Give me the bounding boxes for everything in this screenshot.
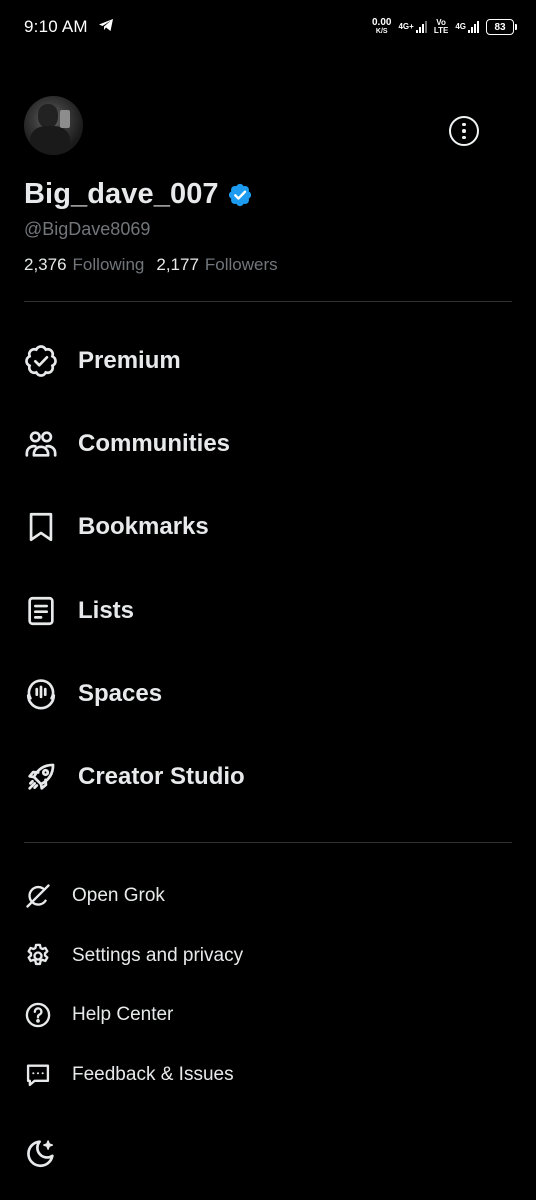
menu-item-label: Open Grok: [72, 885, 165, 906]
grok-icon: [24, 882, 52, 910]
menu-item-label: Lists: [78, 597, 135, 624]
following-link[interactable]: 2,376 Following: [24, 255, 144, 275]
follow-stats: 2,376 Following 2,177 Followers: [24, 255, 278, 275]
menu-item-spaces[interactable]: Spaces: [24, 664, 512, 724]
menu-item-help-center[interactable]: Help Center: [24, 993, 512, 1037]
menu-item-bookmarks[interactable]: Bookmarks: [24, 497, 512, 557]
lists-icon: [24, 594, 58, 628]
battery-icon: 83: [486, 19, 517, 35]
followers-link[interactable]: 2,177 Followers: [156, 255, 277, 275]
sim2-signal-icon: 4G: [455, 21, 479, 33]
network-speed: 0.00 K/S: [372, 17, 392, 36]
menu-item-label: Premium: [78, 347, 181, 374]
following-count: 2,376: [24, 255, 67, 274]
menu-item-label: Feedback & Issues: [72, 1064, 234, 1085]
profile-name-row[interactable]: Big_dave_007: [24, 178, 253, 211]
menu-item-lists[interactable]: Lists: [24, 581, 512, 641]
menu-item-label: Communities: [78, 430, 231, 457]
moon-icon: [27, 1140, 54, 1168]
status-bar: 9:10 AM 0.00 K/S 4G+ Vo LTE 4G 83: [0, 0, 536, 54]
volte-icon: Vo LTE: [433, 18, 449, 35]
feedback-icon: [24, 1061, 52, 1089]
menu-item-communities[interactable]: Communities: [24, 414, 512, 474]
gear-icon: [24, 942, 52, 970]
avatar[interactable]: [24, 96, 83, 155]
followers-count: 2,177: [156, 255, 199, 274]
menu-item-creator-studio[interactable]: Creator Studio: [24, 747, 512, 807]
help-icon: [24, 1001, 52, 1029]
display-name: Big_dave_007: [24, 178, 219, 210]
username-handle: @BigDave8069: [24, 219, 151, 239]
menu-item-open-grok[interactable]: Open Grok: [24, 874, 512, 918]
menu-item-label: Bookmarks: [78, 513, 209, 540]
menu-item-label: Help Center: [72, 1004, 174, 1025]
rocket-icon: [24, 760, 58, 794]
menu-item-feedback[interactable]: Feedback & Issues: [24, 1053, 512, 1097]
premium-badge-icon: [24, 344, 58, 378]
spaces-icon: [24, 677, 58, 711]
following-label: Following: [72, 255, 145, 274]
telegram-icon: [98, 18, 114, 37]
status-time: 9:10 AM: [24, 17, 88, 36]
menu-item-premium[interactable]: Premium: [24, 331, 512, 391]
menu-item-label: Settings and privacy: [72, 945, 244, 966]
menu-item-settings[interactable]: Settings and privacy: [24, 934, 512, 978]
followers-label: Followers: [204, 255, 278, 274]
bookmark-icon: [24, 510, 58, 544]
communities-icon: [24, 427, 58, 461]
side-drawer: 9:10 AM 0.00 K/S 4G+ Vo LTE 4G 83 Big_da…: [0, 0, 536, 1200]
theme-toggle-button[interactable]: [24, 1136, 58, 1170]
divider: [24, 301, 512, 302]
divider: [24, 842, 512, 843]
sim1-signal-icon: 4G+: [398, 21, 427, 33]
verified-badge-icon: [228, 183, 251, 206]
menu-item-label: Creator Studio: [78, 763, 245, 790]
menu-item-label: Spaces: [78, 680, 163, 707]
more-options-button[interactable]: [449, 116, 479, 146]
